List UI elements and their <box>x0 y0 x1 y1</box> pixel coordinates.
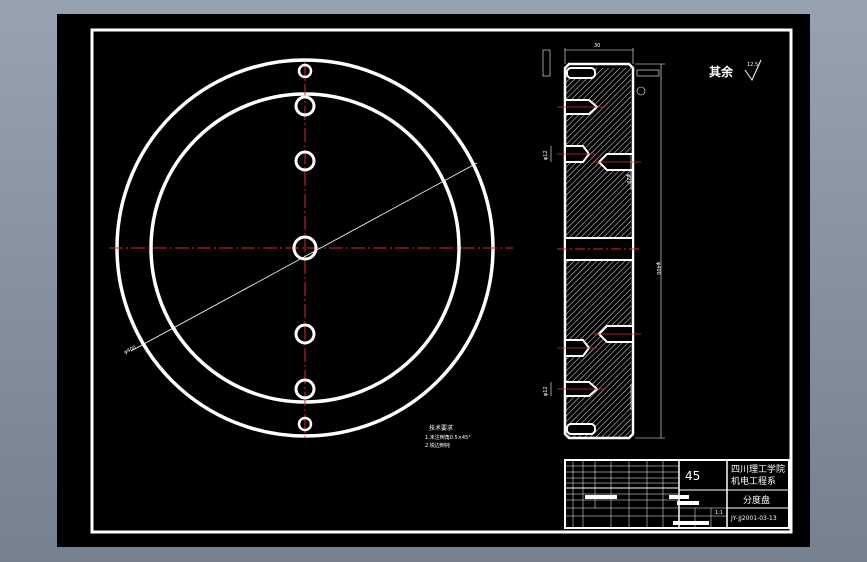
drawing-frame <box>90 28 793 534</box>
hole-dimension-label-1: φ12 <box>543 150 549 160</box>
roughness-value: 12.5 <box>747 62 758 68</box>
scale-text: 1:1 <box>715 510 723 516</box>
drawing-number-text: JY-JJ2001-03-13 <box>730 515 777 522</box>
front-view: φ400 <box>109 58 513 438</box>
notes-line-1: 1.未注倒角0.5×45° <box>425 434 471 441</box>
technical-notes: 技术要求 1.未注倒角0.5×45° 2.锐边倒钝 <box>425 424 471 449</box>
part-name-text: 分度盘 <box>743 494 770 506</box>
rim-slot-top <box>566 67 596 79</box>
school-name-line-2: 机电工程系 <box>731 475 776 487</box>
material-text: 45 <box>685 469 700 483</box>
school-name-line-1: 四川理工学院 <box>731 463 785 475</box>
notes-line-2: 2.锐边倒钝 <box>425 442 450 449</box>
width-dimension-label: 30 <box>594 43 600 49</box>
hole-dimension-label-3: φ12 <box>543 386 549 396</box>
roughness-label: 其余 <box>709 64 734 79</box>
diameter-leader-line <box>130 162 478 352</box>
rim-slot-bottom <box>566 423 596 435</box>
hole-dimension-label-2: φ20 <box>625 174 631 184</box>
notes-title: 技术要求 <box>429 424 453 432</box>
drawing-sheet[interactable]: φ400 技术要求 1.未注倒角0.5×45° 2.锐边倒钝 30 φ400 φ… <box>57 14 810 547</box>
roughness-symbol: 其余 12.5 <box>709 59 762 82</box>
section-view: 30 φ400 φ12 φ20 φ12 <box>542 43 665 440</box>
height-dimension-label: φ400 <box>655 262 661 275</box>
diameter-label: φ400 <box>123 344 137 355</box>
